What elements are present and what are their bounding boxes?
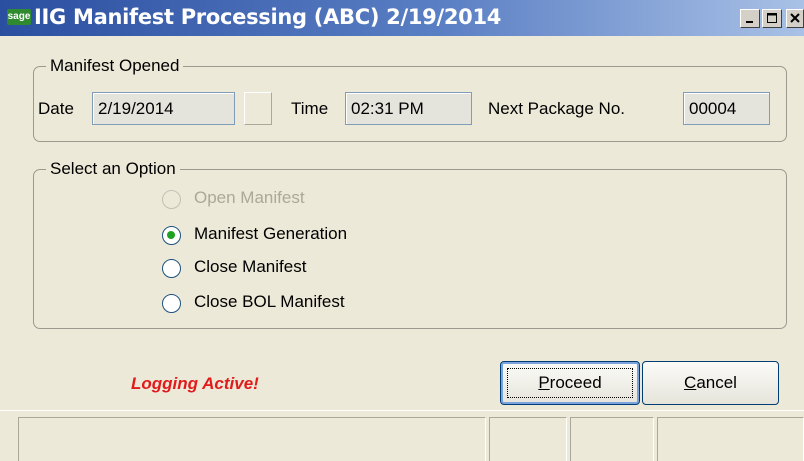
radio-label: Close BOL Manifest [194,292,345,311]
calendar-button[interactable] [244,92,272,125]
radio-label: Close Manifest [194,257,307,276]
radio-button[interactable] [162,294,181,313]
select-option-legend: Select an Option [50,159,176,178]
radio-selected-dot [167,231,175,239]
time-label: Time [291,99,329,118]
date-label: Date [38,99,74,118]
maximize-icon [767,13,777,23]
maximize-button[interactable] [762,9,782,28]
window-title: IIG Manifest Processing (ABC) 2/19/2014 [34,5,502,29]
focus-rect [507,368,633,398]
status-panel-2 [489,417,567,461]
close-button[interactable] [786,9,804,28]
time-field[interactable] [345,92,472,125]
radio-button[interactable] [162,226,181,245]
radio-button[interactable] [162,259,181,278]
manifest-opened-legend: Manifest Opened [50,56,180,75]
sage-logo-icon: sage [7,9,31,25]
next-package-field[interactable] [683,92,770,125]
next-package-label: Next Package No. [488,99,626,118]
cancel-accel: C [684,373,697,392]
status-panel-main [18,417,486,461]
minimize-button[interactable] [740,9,760,28]
status-bar [0,410,804,461]
radio-label: Manifest Generation [194,224,348,243]
date-field[interactable] [92,92,235,125]
proceed-button[interactable]: Proceed [500,361,640,405]
cancel-button[interactable]: Cancel [642,361,779,405]
minimize-icon [746,21,753,23]
radio-label: Open Manifest [194,188,305,207]
status-panel-4 [657,417,804,461]
status-panel-3 [570,417,654,461]
select-option-group: Select an Option [33,159,787,329]
radio-button [162,190,181,209]
close-icon [790,13,800,23]
title-bar: sage IIG Manifest Processing (ABC) 2/19/… [0,0,804,36]
cancel-rest: ancel [696,373,737,392]
logging-status-text: Logging Active! [131,374,259,393]
